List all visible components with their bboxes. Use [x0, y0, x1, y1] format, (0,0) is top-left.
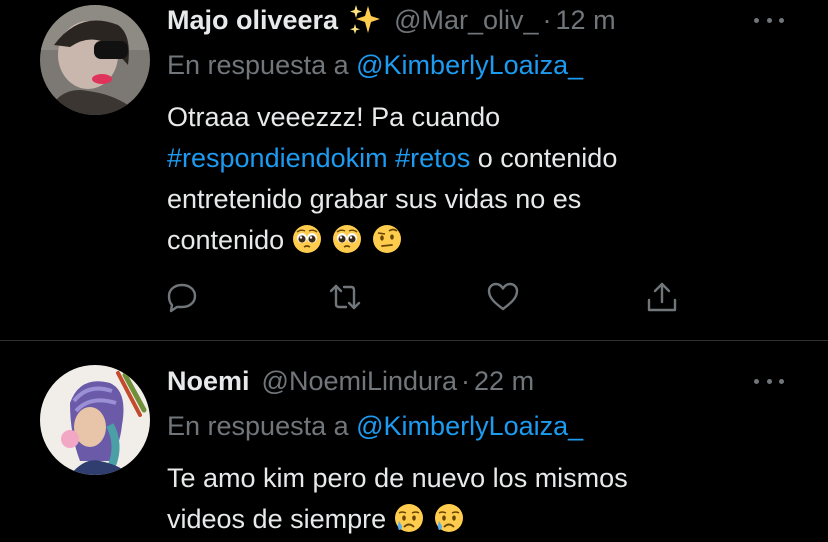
raised-eyebrow-face-icon: [372, 225, 401, 253]
tweet-text-fragment: videos de siempre: [167, 504, 387, 534]
tweet-text-line: #respondiendokim #retos o contenido: [167, 138, 787, 179]
sad-relieved-face-icon: [394, 504, 423, 532]
tweet-text-fragment: contenido: [167, 225, 285, 255]
tweet[interactable]: Noemi @NoemiLindura · 22 m En respuesta …: [0, 341, 828, 542]
tweet-text-line: contenido: [167, 220, 787, 261]
display-name[interactable]: Noemi: [167, 366, 250, 397]
timestamp[interactable]: 12 m: [556, 5, 616, 36]
avatar[interactable]: [40, 365, 150, 475]
reply-mention-link[interactable]: @KimberlyLoaiza_: [356, 411, 583, 441]
tweet-text-line: Otraaa veeezzz! Pa cuando: [167, 102, 501, 132]
separator: ·: [461, 365, 471, 396]
tweet[interactable]: Majo oliveera @Mar_oliv_ · 12 m En respu…: [0, 0, 828, 340]
separator: ·: [542, 4, 552, 35]
tweet-text: Te amo kim pero de nuevo los mismos vide…: [167, 458, 787, 540]
more-options-icon[interactable]: [754, 10, 784, 30]
reply-context: En respuesta a @KimberlyLoaiza_: [167, 50, 583, 81]
user-handle[interactable]: @Mar_oliv_: [394, 5, 538, 36]
retweet-icon[interactable]: [328, 280, 362, 314]
timestamp[interactable]: 22 m: [474, 366, 534, 397]
pleading-face-icon: [332, 225, 361, 253]
tweet-text-line: videos de siempre: [167, 499, 787, 540]
display-name[interactable]: Majo oliveera: [167, 5, 338, 36]
tweet-text-line: Te amo kim pero de nuevo los mismos: [167, 463, 628, 493]
reply-prefix: En respuesta a: [167, 411, 349, 441]
reply-context: En respuesta a @KimberlyLoaiza_: [167, 411, 583, 442]
share-icon[interactable]: [645, 280, 679, 314]
avatar[interactable]: [40, 5, 150, 115]
sparkles-icon: [348, 3, 382, 37]
pleading-face-icon: [292, 225, 321, 253]
tweet-header: Majo oliveera @Mar_oliv_ · 12 m: [167, 2, 616, 38]
hashtag-link[interactable]: #respondiendokim: [167, 143, 388, 173]
tweet-text: Otraaa veeezzz! Pa cuando #respondiendok…: [167, 97, 787, 261]
like-icon[interactable]: [486, 280, 520, 314]
user-handle[interactable]: @NoemiLindura: [262, 366, 458, 397]
more-options-icon[interactable]: [754, 371, 784, 391]
reply-mention-link[interactable]: @KimberlyLoaiza_: [356, 50, 583, 80]
hashtag-link[interactable]: #retos: [395, 143, 470, 173]
sad-relieved-face-icon: [434, 504, 463, 532]
tweet-text-line: entretenido grabar sus vidas no es: [167, 184, 582, 214]
reply-icon[interactable]: [165, 280, 199, 314]
reply-prefix: En respuesta a: [167, 50, 349, 80]
tweet-header: Noemi @NoemiLindura · 22 m: [167, 363, 534, 399]
tweet-text-fragment: o contenido: [477, 143, 618, 173]
